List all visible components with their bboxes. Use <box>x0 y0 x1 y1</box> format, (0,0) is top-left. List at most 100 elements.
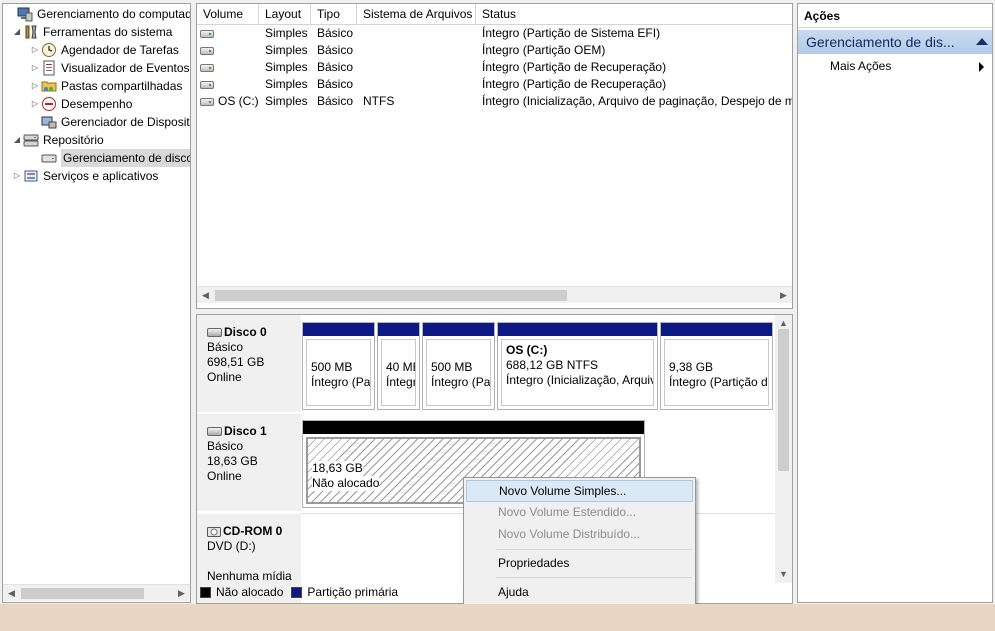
tree-item-system-tools[interactable]: ◢ Ferramentas do sistema <box>11 23 172 41</box>
disk-0-info[interactable]: Disco 0 Básico 698,51 GB Online <box>197 315 301 413</box>
tree-expander[interactable]: ▷ <box>29 95 41 113</box>
performance-icon <box>41 96 57 112</box>
tree-item-disk-management[interactable]: Gerenciamento de disco <box>29 149 190 167</box>
partition-efi[interactable]: 500 MB Íntegro (Pa <box>302 322 375 410</box>
drive-icon <box>200 80 214 89</box>
tree-item-label: Gerenciamento de disco <box>61 149 190 167</box>
tree-expander[interactable]: ▷ <box>29 41 41 59</box>
partition-unallocated-bar <box>303 421 644 434</box>
tree-expander[interactable]: ▷ <box>29 59 41 77</box>
table-row[interactable]: Simples Básico Íntegro (Partição de Recu… <box>197 76 792 93</box>
tree-item-shared-folders[interactable]: ▷ Pastas compartilhadas <box>29 77 182 95</box>
menu-item-new-spanned-volume[interactable]: Novo Volume Estendido... <box>466 501 693 523</box>
scroll-right-icon[interactable]: ▶ <box>775 287 792 304</box>
primary-partition-swatch <box>291 586 303 598</box>
context-menu: Novo Volume Simples... Novo Volume Esten… <box>463 477 696 605</box>
tree-item-task-scheduler[interactable]: ▷ Agendador de Tarefas <box>29 41 179 59</box>
disk-map-vertical-scrollbar[interactable]: ▲ ▼ <box>775 315 792 583</box>
volume-list-horizontal-scrollbar[interactable]: ◀ ▶ <box>197 286 792 303</box>
scroll-left-icon[interactable]: ◀ <box>3 585 20 602</box>
tree-item-device-manager[interactable]: Gerenciador de Dispositivos <box>29 113 190 131</box>
tree-item-services-apps[interactable]: ▷ Serviços e aplicativos <box>11 167 158 185</box>
menu-item-properties[interactable]: Propriedades <box>466 552 693 574</box>
disk-size: 698,51 GB <box>207 355 265 369</box>
menu-item-new-simple-volume[interactable]: Novo Volume Simples... <box>466 480 693 502</box>
table-row[interactable]: OS (C:) Simples Básico NTFS Íntegro (Ini… <box>197 93 792 110</box>
partition-os-c[interactable]: OS (C:) 688,12 GB NTFS Íntegro (Iniciali… <box>497 322 658 410</box>
column-header-layout[interactable]: Layout <box>259 4 311 25</box>
storage-icon <box>23 132 39 148</box>
tree-item-label: Desempenho <box>61 97 133 111</box>
table-row[interactable]: Simples Básico Íntegro (Partição de Recu… <box>197 59 792 76</box>
tree-item-label: Pastas compartilhadas <box>61 79 183 93</box>
scroll-right-icon[interactable]: ▶ <box>173 585 190 602</box>
column-header-filesystem[interactable]: Sistema de Arquivos <box>357 4 476 25</box>
computer-management-icon <box>17 6 33 22</box>
window-bottom-edge <box>0 604 995 631</box>
tree-horizontal-scrollbar[interactable]: ◀ ▶ <box>3 584 190 601</box>
partition-primary-bar <box>498 323 657 336</box>
partition-oem[interactable]: 40 MB Íntegr <box>377 322 420 410</box>
legend-unallocated: Não alocado <box>216 585 284 599</box>
scroll-left-icon[interactable]: ◀ <box>197 287 214 304</box>
menu-item-help[interactable]: Ajuda <box>466 581 693 603</box>
disk-icon <box>207 427 222 437</box>
drive-icon <box>200 29 214 38</box>
actions-pane: Ações Gerenciamento de dis... Mais Ações <box>797 3 993 603</box>
drive-icon <box>200 46 214 55</box>
actions-section-disk-management[interactable]: Gerenciamento de dis... <box>798 30 992 54</box>
column-header-volume[interactable]: Volume <box>197 4 259 25</box>
tree-expander[interactable]: ▷ <box>11 167 23 185</box>
tree-expander[interactable]: ▷ <box>29 77 41 95</box>
tree-item-performance[interactable]: ▷ Desempenho <box>29 95 132 113</box>
tree-item-computer-management[interactable]: Gerenciamento do computador (L <box>5 5 190 23</box>
disk-management-icon <box>41 150 57 166</box>
disk-size: 18,63 GB <box>207 454 258 468</box>
legend-primary: Partição primária <box>307 585 399 599</box>
partition-recovery-2[interactable]: 9,38 GB Íntegro (Partição d <box>660 322 773 410</box>
shared-folders-icon <box>41 78 57 94</box>
disk-type: Básico <box>207 340 244 354</box>
event-viewer-icon <box>41 60 57 76</box>
tree-expander[interactable]: ◢ <box>11 23 23 41</box>
drive-icon <box>200 63 214 72</box>
disk-name: Disco 0 <box>224 325 267 339</box>
system-tools-icon <box>23 24 39 40</box>
table-row[interactable]: Simples Básico Íntegro (Partição de Sist… <box>197 25 792 42</box>
table-row[interactable]: Simples Básico Íntegro (Partição OEM) <box>197 42 792 59</box>
disk-legend: Não alocado Partição primária <box>200 583 398 601</box>
disk-state: Online <box>207 469 242 483</box>
tree-item-label: Agendador de Tarefas <box>61 43 179 57</box>
scrollbar-thumb[interactable] <box>778 329 789 471</box>
menu-item-new-striped-volume[interactable]: Novo Volume Distribuído... <box>466 523 693 545</box>
tree-item-event-viewer[interactable]: ▷ Visualizador de Eventos <box>29 59 190 77</box>
scroll-down-icon[interactable]: ▼ <box>775 566 792 583</box>
collapse-up-icon[interactable] <box>976 38 988 45</box>
column-header-status[interactable]: Status <box>476 4 792 25</box>
tree-item-label: Ferramentas do sistema <box>43 25 173 39</box>
partition-primary-bar <box>303 323 374 336</box>
tree-expander[interactable]: ◢ <box>11 131 23 149</box>
services-apps-icon <box>23 168 39 184</box>
tree-item-label: Serviços e aplicativos <box>43 169 159 183</box>
menu-separator <box>496 577 692 578</box>
disk-1-info[interactable]: Disco 1 Básico 18,63 GB Online <box>197 414 301 512</box>
disk-type: Básico <box>207 439 244 453</box>
cdrom-icon <box>207 526 221 538</box>
disk-type: DVD (D:) <box>207 539 256 553</box>
more-actions-item[interactable]: Mais Ações <box>830 56 984 76</box>
mmc-window: Gerenciamento do computador (L ◢ Ferrame… <box>0 0 995 631</box>
navigation-tree: Gerenciamento do computador (L ◢ Ferrame… <box>2 3 191 603</box>
scrollbar-thumb[interactable] <box>21 588 144 599</box>
menu-separator <box>496 549 692 550</box>
partition-recovery-1[interactable]: 500 MB Íntegro (Pa <box>422 322 495 410</box>
unallocated-swatch <box>200 586 211 598</box>
tree-item-storage[interactable]: ◢ Repositório <box>11 131 104 149</box>
partition-primary-bar <box>378 323 419 336</box>
partition-primary-bar <box>423 323 494 336</box>
scrollbar-thumb[interactable] <box>215 290 567 301</box>
disk-name: CD-ROM 0 <box>223 524 283 538</box>
column-header-tipo[interactable]: Tipo <box>311 4 357 25</box>
disk-state: Online <box>207 370 242 384</box>
tree-item-label: Gerenciamento do computador (L <box>37 7 190 21</box>
